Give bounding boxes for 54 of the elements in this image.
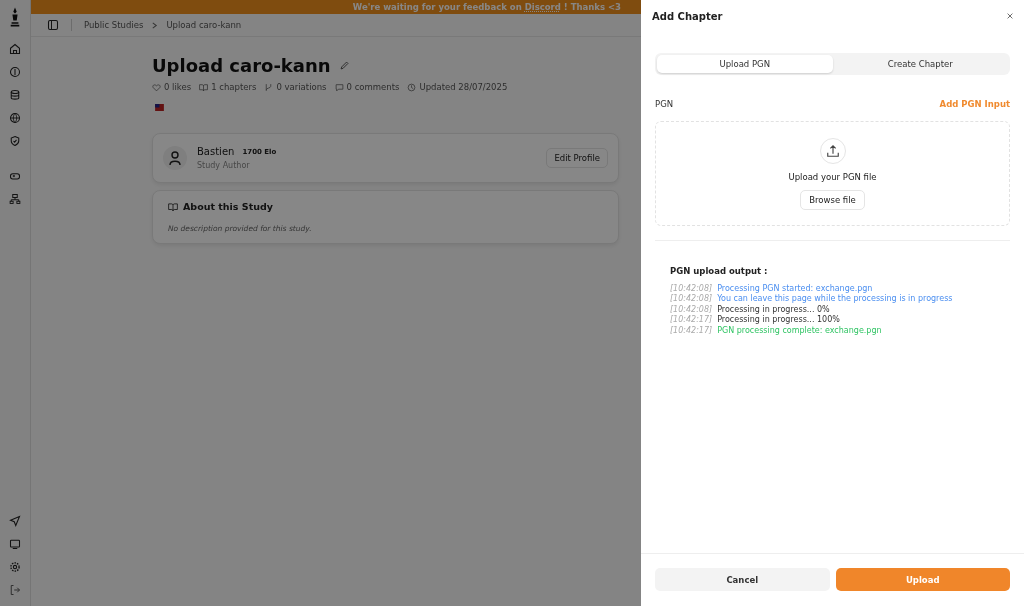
chevron-right-icon (151, 21, 159, 29)
tab[interactable]: Create Chapter (832, 55, 1008, 73)
comment-icon (334, 82, 344, 92)
breadcrumb-link[interactable]: Upload caro-kann (166, 20, 242, 30)
log-message: You can leave this page while the processing is in progress (717, 294, 953, 303)
log-time: [10:42:17] (670, 325, 713, 335)
branch-icon (264, 82, 274, 92)
log-message: Processing PGN started: exchange.pgn (717, 283, 873, 293)
log-time: [10:42:08] (670, 294, 713, 303)
flag-icon (155, 104, 164, 111)
chess-piece-logo[interactable] (9, 6, 21, 28)
database-icon[interactable] (9, 89, 21, 101)
log-time: [10:42:08] (670, 283, 713, 293)
output-title: PGN upload output : (670, 266, 769, 276)
monitor-icon[interactable] (9, 538, 21, 550)
study-title: Upload caro-kann (152, 55, 331, 76)
log-message: Processing in progress... 100% (717, 315, 840, 324)
banner-text: We're waiting for your feedback on Discord ! Thanks <3 (352, 2, 621, 12)
logout-icon[interactable] (9, 584, 21, 596)
upload-prompt: Upload your PGN file (788, 171, 877, 182)
breadcrumb-link[interactable]: Public Studies (84, 20, 144, 30)
globe-icon[interactable] (9, 112, 21, 124)
book-icon (199, 82, 209, 92)
stat-text: Updated 28/07/2025 (419, 82, 508, 92)
home-icon[interactable] (9, 43, 21, 55)
hierarchy-icon[interactable] (9, 193, 21, 205)
shield-icon[interactable] (9, 135, 21, 147)
settings-icon[interactable] (9, 561, 21, 573)
about-title: About this Study (183, 201, 273, 212)
pgn-label: PGN (655, 99, 674, 109)
sidebar-toggle-icon[interactable] (47, 19, 59, 31)
avatar-icon (163, 146, 187, 170)
book-icon (168, 201, 178, 212)
send-icon[interactable] (9, 515, 21, 527)
author-name: Bastien (197, 146, 235, 157)
browse-file-button[interactable]: Browse file (800, 189, 865, 210)
log-time: [10:42:17] (670, 315, 713, 324)
tab[interactable]: Upload PGN (657, 55, 833, 73)
log-time: [10:42:08] (670, 304, 713, 314)
stat-text: 0 likes (164, 82, 192, 92)
close-icon[interactable] (1006, 12, 1014, 20)
heart-icon (152, 82, 161, 92)
cancel-button[interactable]: Cancel (655, 568, 830, 591)
stat-text: 1 chapters (211, 82, 257, 92)
log-message: Processing in progress... 0% (717, 304, 830, 314)
log-message: PGN processing complete: exchange.pgn (717, 325, 882, 335)
author-role: Study Author (197, 161, 251, 170)
pencil-icon[interactable] (338, 60, 350, 71)
clock-icon (407, 82, 417, 92)
panel-title: Add Chapter (652, 10, 723, 22)
stat-text: 0 comments (346, 82, 400, 92)
stat-text: 0 variations (276, 82, 327, 92)
file-drop-zone[interactable]: Upload your PGN file Browse file (655, 121, 1010, 226)
edit-profile-button[interactable]: Edit Profile (546, 148, 608, 168)
